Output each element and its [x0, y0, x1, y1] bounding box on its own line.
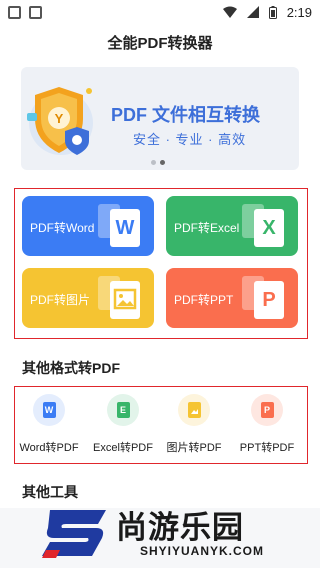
ppt-to-pdf-tool[interactable]: P PPT转PDF: [230, 394, 304, 455]
tile-label: PDF转图片: [30, 293, 91, 307]
image-doc-icon: [110, 281, 140, 319]
pager-dot-1[interactable]: [151, 160, 156, 165]
pdf-to-image-tile[interactable]: PDF转图片: [22, 268, 154, 328]
pdf-to-word-tile[interactable]: PDF转Word W: [22, 196, 154, 256]
banner-subtitle: 安全 · 专业 · 高效: [133, 132, 247, 147]
shield-icon: Y: [27, 87, 93, 155]
image-icon: [178, 394, 210, 426]
shield-illustration: Y: [25, 73, 105, 165]
status-right: 2:19: [222, 4, 312, 20]
tile-label: PDF转PPT: [174, 293, 234, 307]
promo-banner[interactable]: Y PDF 文件相互转换 安全 · 专业 · 高效: [21, 67, 299, 170]
tool-label: Word转PDF: [19, 442, 79, 454]
image-to-pdf-tool[interactable]: 图片转PDF: [157, 394, 231, 455]
section-title-other-tools: 其他工具: [22, 484, 78, 500]
signal-icon: [246, 6, 259, 18]
pager-dot-2[interactable]: [160, 160, 165, 165]
word-to-pdf-tool[interactable]: W Word转PDF: [12, 394, 86, 455]
picture-icon: [190, 408, 198, 414]
ppt-icon: P: [251, 394, 283, 426]
svg-text:Y: Y: [55, 111, 64, 126]
notification-icon: [8, 5, 21, 19]
excel-to-pdf-tool[interactable]: E Excel转PDF: [86, 394, 160, 455]
app-notification-icon: [29, 5, 42, 19]
tool-label: 图片转PDF: [166, 442, 222, 454]
watermark: 尚游乐园 SHYIYUANYK.COM: [40, 500, 320, 568]
watermark-text: 尚游乐园: [116, 510, 244, 545]
section-title-other-formats: 其他格式转PDF: [22, 360, 120, 376]
battery-icon: [268, 5, 277, 19]
tile-label: PDF转Word: [30, 221, 95, 235]
ppt-glyph: P: [262, 288, 276, 311]
tool-label: PPT转PDF: [239, 442, 295, 454]
status-left-icons: [8, 5, 42, 19]
word-glyph: W: [115, 216, 135, 239]
pdf-to-ppt-tile[interactable]: PDF转PPT P: [166, 268, 298, 328]
excel-icon: E: [107, 394, 139, 426]
status-bar: 2:19: [0, 0, 320, 24]
banner-pager[interactable]: [151, 160, 165, 165]
watermark-url: SHYIYUANYK.COM: [140, 544, 265, 558]
watermark-logo-icon: [42, 510, 106, 558]
page-title: 全能PDF转换器: [107, 35, 213, 52]
pdf-to-excel-tile[interactable]: PDF转Excel X: [166, 196, 298, 256]
wifi-icon: [222, 6, 237, 18]
excel-glyph: X: [262, 216, 276, 239]
word-icon: W: [33, 394, 65, 426]
tool-label: Excel转PDF: [93, 442, 153, 454]
picture-icon: [113, 288, 137, 310]
tile-label: PDF转Excel: [174, 221, 240, 235]
banner-heading: PDF 文件相互转换: [111, 105, 261, 125]
status-time: 2:19: [286, 4, 312, 20]
